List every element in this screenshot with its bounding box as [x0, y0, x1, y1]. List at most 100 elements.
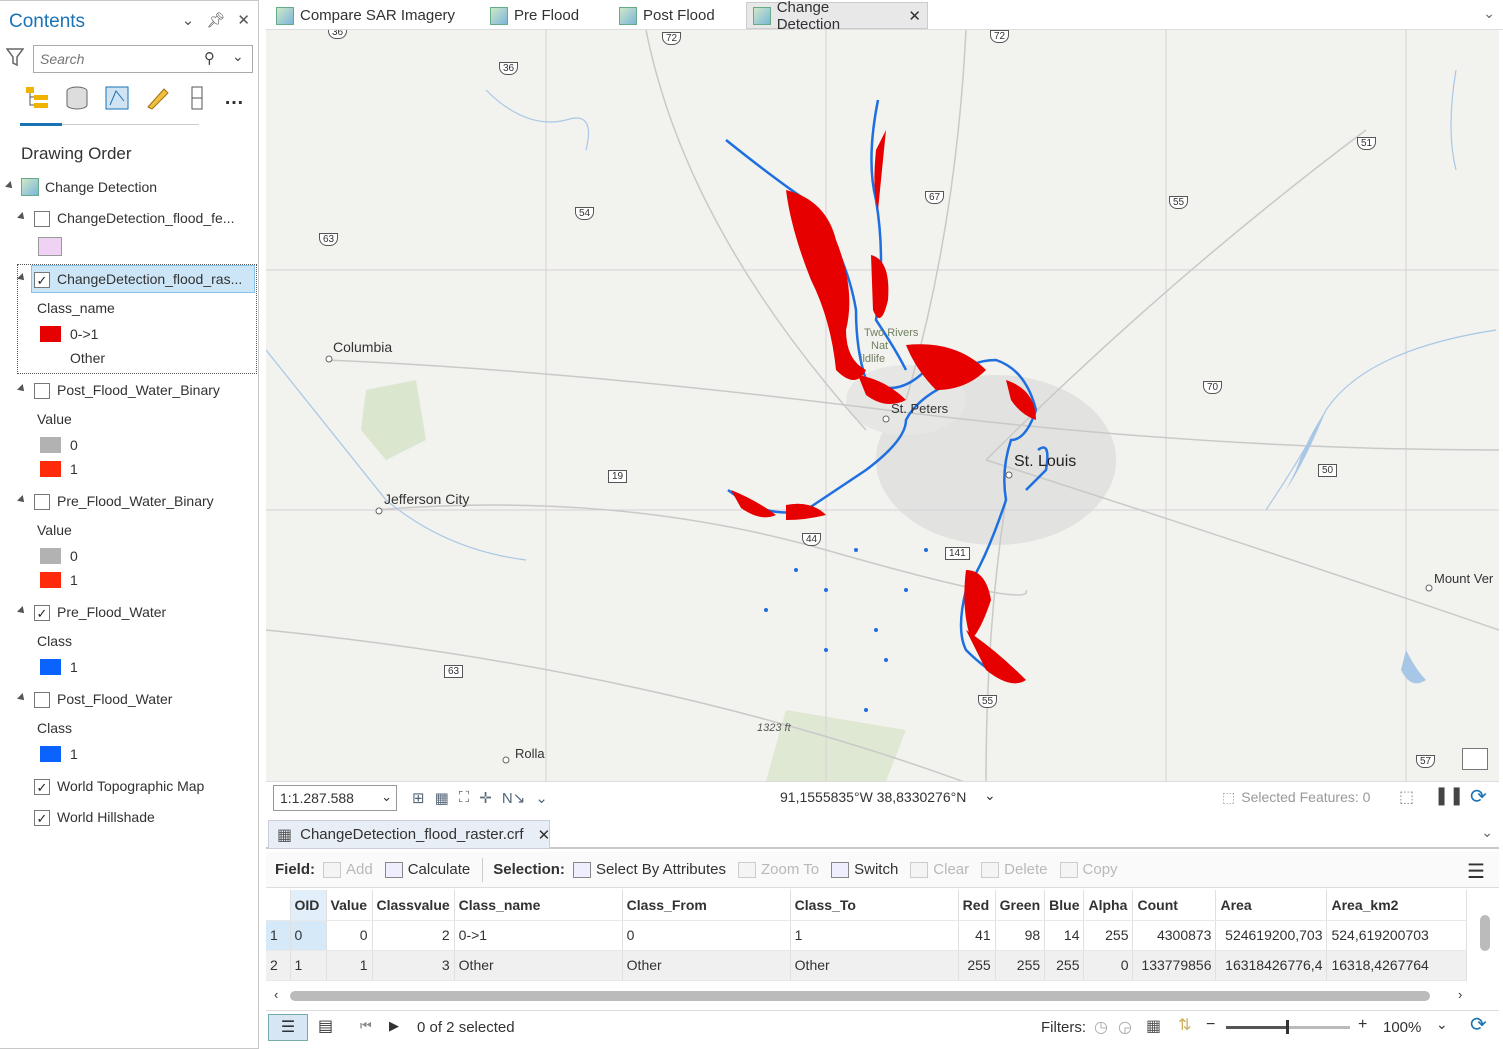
filter-icon[interactable] — [5, 47, 25, 72]
show-selected-records-button[interactable]: ▤ — [318, 1016, 333, 1036]
zoom-level[interactable]: 100% — [1383, 1019, 1421, 1036]
time-filter-icon[interactable]: ◷ — [1094, 1017, 1108, 1037]
column-header[interactable]: Blue — [1044, 890, 1085, 921]
table-cell[interactable]: 133779856 — [1132, 950, 1217, 981]
scale-selector[interactable]: 1:1.287.588 ⌄ — [273, 785, 397, 811]
zoom-in-icon[interactable]: + — [1358, 1016, 1367, 1034]
table-cell[interactable]: 16318426776,4 — [1215, 950, 1328, 981]
filter-table-icon[interactable]: ▦ — [1146, 1016, 1161, 1036]
table-cell[interactable]: 255 — [1044, 950, 1085, 981]
column-header[interactable]: Class_From — [622, 890, 791, 921]
chevron-down-icon[interactable]: ⌄ — [1483, 5, 1495, 22]
show-all-records-button[interactable]: ☰ — [268, 1014, 308, 1041]
refresh-icon[interactable]: ⟳ — [1470, 1012, 1487, 1037]
grid-icon[interactable]: ⊞ — [412, 789, 425, 807]
layer-visibility-checkbox[interactable]: ✓ — [34, 605, 50, 621]
legend-swatch-blue[interactable] — [40, 659, 61, 675]
hamburger-menu-icon[interactable]: ☰ — [1467, 859, 1485, 884]
north-arrow-icon[interactable]: N↘ — [502, 789, 525, 807]
clear-selection-icon[interactable]: ⬚ — [1399, 787, 1414, 807]
chevron-down-icon[interactable]: ⌄ — [381, 789, 392, 805]
list-by-editing-icon[interactable] — [144, 85, 170, 111]
pause-icon[interactable]: ❚❚ — [1434, 785, 1464, 806]
add-field-button[interactable]: Add — [323, 861, 373, 878]
table-cell[interactable]: 1 — [290, 950, 327, 981]
chevron-down-icon[interactable]: ⌄ — [232, 48, 244, 65]
table-icon[interactable]: ▦ — [435, 789, 449, 807]
pin-icon[interactable]: 📌︎ — [206, 11, 225, 29]
delete-button[interactable]: Delete — [981, 861, 1048, 878]
tab-change-detection[interactable]: Change Detection ✕ — [746, 0, 928, 33]
layer-visibility-checkbox[interactable] — [34, 692, 50, 708]
table-row[interactable]: 1 0 0 2 0->1 0 1 41 98 14 255 4300873 52… — [266, 920, 1468, 951]
overview-map-icon[interactable] — [1462, 748, 1488, 770]
scroll-left-icon[interactable]: ‹ — [274, 987, 278, 1002]
list-by-source-icon[interactable] — [64, 85, 90, 111]
snapping-icon[interactable]: ⛶ — [459, 789, 470, 807]
legend-swatch-gray[interactable] — [40, 548, 61, 564]
layer-visibility-checkbox[interactable] — [34, 211, 50, 227]
horizontal-scrollbar[interactable]: ‹ › — [270, 987, 1475, 1005]
table-cell[interactable]: Other — [622, 950, 791, 981]
table-cell[interactable]: 524,619200703 — [1326, 920, 1468, 951]
calculate-button[interactable]: Calculate — [384, 861, 470, 878]
zoom-slider[interactable] — [1226, 1020, 1350, 1034]
table-row[interactable]: 2 1 1 3 Other Other Other 255 255 255 0 … — [266, 950, 1468, 981]
map-view[interactable]: Columbia Jefferson City St. Peters St. L… — [266, 30, 1499, 781]
layer-visibility-checkbox[interactable] — [34, 494, 50, 510]
first-record-icon[interactable]: ⏮ — [360, 1018, 372, 1034]
vertical-scrollbar[interactable] — [1478, 895, 1492, 977]
legend-swatch-red[interactable] — [40, 326, 61, 342]
table-cell[interactable]: 255 — [1083, 920, 1134, 951]
table-cell[interactable]: Other — [454, 950, 623, 981]
more-icon[interactable]: … — [224, 85, 250, 111]
legend-swatch-gray[interactable] — [40, 437, 61, 453]
expand-triangle-icon[interactable] — [17, 384, 27, 394]
attribute-table-grid[interactable]: OID Value Classvalue Class_name Class_Fr… — [266, 890, 1486, 983]
column-header[interactable]: Value — [326, 890, 373, 921]
chevron-down-icon[interactable]: ⌄ — [535, 789, 548, 807]
table-cell[interactable]: 41 — [958, 920, 996, 951]
scrollbar-thumb[interactable] — [290, 991, 1430, 1001]
table-cell[interactable]: 1 — [326, 950, 373, 981]
range-filter-icon[interactable]: ◶ — [1118, 1017, 1132, 1037]
legend-swatch-red[interactable] — [40, 572, 61, 588]
chevron-down-icon[interactable]: ⌄ — [984, 787, 996, 804]
layer-visibility-checkbox[interactable]: ✓ — [34, 779, 50, 795]
close-icon[interactable]: ✕ — [908, 7, 921, 25]
table-cell[interactable]: Other — [790, 950, 959, 981]
expand-triangle-icon[interactable] — [17, 606, 27, 616]
fill-symbol-swatch[interactable] — [38, 237, 62, 256]
select-all-corner[interactable] — [266, 890, 291, 921]
tab-post-flood[interactable]: Post Flood — [613, 2, 721, 29]
refresh-icon[interactable]: ⟳ — [1470, 784, 1487, 809]
switch-button[interactable]: Switch — [831, 861, 898, 878]
table-cell[interactable]: 4300873 — [1132, 920, 1217, 951]
search-box[interactable]: ⚲ ⌄ — [33, 45, 253, 73]
table-cell[interactable]: 0 — [290, 920, 327, 951]
column-header[interactable]: Red — [958, 890, 996, 921]
column-header[interactable]: Area_km2 — [1326, 890, 1468, 921]
scroll-right-icon[interactable]: › — [1458, 987, 1462, 1002]
table-cell[interactable]: 0 — [1083, 950, 1134, 981]
scrollbar-thumb[interactable] — [1480, 915, 1490, 951]
column-header[interactable]: Green — [995, 890, 1046, 921]
select-by-attributes-button[interactable]: Select By Attributes — [572, 861, 726, 878]
chevron-down-icon[interactable]: ⌄ — [1481, 824, 1493, 841]
expand-triangle-icon[interactable] — [17, 212, 27, 222]
selected-features[interactable]: ⬚ Selected Features: 0 — [1222, 789, 1370, 806]
search-input[interactable] — [40, 51, 200, 67]
legend-swatch-red[interactable] — [40, 461, 61, 477]
table-cell[interactable]: 2 — [372, 920, 455, 951]
column-header[interactable]: Class_name — [454, 890, 623, 921]
tab-compare-sar-imagery[interactable]: Compare SAR Imagery — [270, 2, 461, 29]
expand-triangle-icon[interactable] — [17, 693, 27, 703]
list-by-drawing-order-icon[interactable] — [24, 85, 50, 111]
table-cell[interactable]: 524619200,703 — [1215, 920, 1328, 951]
tab-attribute-table[interactable]: ▦ ChangeDetection_flood_raster.crf ✕ — [268, 820, 550, 849]
row-number[interactable]: 2 — [266, 950, 291, 981]
sort-icon[interactable]: ⇅ — [1178, 1015, 1191, 1035]
next-record-icon[interactable]: ▶︎ — [389, 1018, 399, 1034]
layer-visibility-checkbox[interactable]: ✓ — [34, 810, 50, 826]
close-icon[interactable]: ✕ — [237, 11, 250, 29]
